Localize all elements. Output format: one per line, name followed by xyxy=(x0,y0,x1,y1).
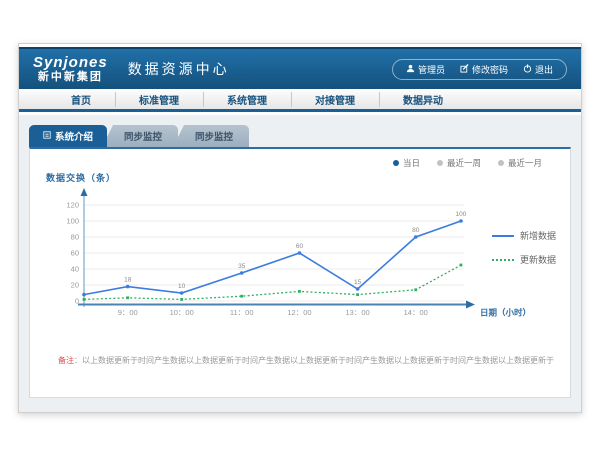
user-icon xyxy=(406,64,415,75)
chart-panel: 当日 最近一周 最近一月 数据交换（条） 0204060801001209：00… xyxy=(29,147,571,398)
svg-text:80: 80 xyxy=(71,233,79,242)
footnote-text: ：以上数据更新于时间产生数据以上数据更新于时间产生数据以上数据更新于时间产生数据… xyxy=(74,356,554,365)
filter-label: 最近一月 xyxy=(508,157,542,169)
edit-icon xyxy=(460,64,469,75)
svg-text:13：00: 13：00 xyxy=(346,308,370,317)
series-legend: 新增数据 更新数据 xyxy=(492,229,556,266)
svg-text:35: 35 xyxy=(238,263,246,270)
svg-text:14：00: 14：00 xyxy=(404,308,428,317)
filter-today[interactable]: 当日 xyxy=(393,157,420,169)
nav-item-standard-mgmt[interactable]: 标准管理 xyxy=(115,89,203,110)
tab-system-intro[interactable]: 系统介绍 xyxy=(29,125,107,147)
nav-item-data-change[interactable]: 数据异动 xyxy=(379,89,467,110)
tab-sync-monitor-1[interactable]: 同步监控 xyxy=(102,125,178,147)
svg-text:15: 15 xyxy=(354,279,362,286)
footnote: 备注：以上数据更新于时间产生数据以上数据更新于时间产生数据以上数据更新于时间产生… xyxy=(58,355,554,366)
svg-text:60: 60 xyxy=(71,249,79,258)
main-nav: 首页 标准管理 系统管理 对接管理 数据异动 xyxy=(19,89,581,112)
svg-text:日期（小时）: 日期（小时） xyxy=(480,308,531,318)
svg-text:100: 100 xyxy=(66,217,79,226)
app-window: Synjones 新中新集团 数据资源中心 管理员 修改密码 退出 xyxy=(18,43,582,413)
company-logo: Synjones 新中新集团 xyxy=(33,55,108,84)
line-chart: 0204060801001209：0010：0011：0012：0013：001… xyxy=(44,183,544,333)
power-icon xyxy=(523,64,532,75)
logout-button[interactable]: 退出 xyxy=(523,63,553,76)
nav-item-interface-mgmt[interactable]: 对接管理 xyxy=(291,89,379,110)
svg-text:18: 18 xyxy=(124,277,132,284)
tab-bar: 系统介绍 同步监控 同步监控 xyxy=(29,126,581,147)
svg-text:80: 80 xyxy=(412,227,420,234)
filter-last-week[interactable]: 最近一周 xyxy=(437,157,481,169)
nav-item-system-mgmt[interactable]: 系统管理 xyxy=(203,89,291,110)
change-password-label: 修改密码 xyxy=(472,63,508,76)
filter-label: 当日 xyxy=(403,157,420,169)
change-password-button[interactable]: 修改密码 xyxy=(460,63,508,76)
legend-item-new-data: 新增数据 xyxy=(492,229,556,242)
filter-label: 最近一周 xyxy=(447,157,481,169)
svg-text:10: 10 xyxy=(178,283,186,290)
document-icon xyxy=(43,131,51,142)
svg-text:12：00: 12：00 xyxy=(287,308,311,317)
nav-item-home[interactable]: 首页 xyxy=(47,89,115,110)
content-area: 系统介绍 同步监控 同步监控 当日 最近一周 xyxy=(19,115,581,412)
time-range-filters: 当日 最近一周 最近一月 xyxy=(393,157,542,169)
svg-text:60: 60 xyxy=(296,243,304,250)
svg-text:120: 120 xyxy=(66,201,79,210)
current-user[interactable]: 管理员 xyxy=(406,63,445,76)
logo-text-cn: 新中新集团 xyxy=(33,71,108,83)
legend-label: 更新数据 xyxy=(520,253,556,266)
legend-item-updated-data: 更新数据 xyxy=(492,253,556,266)
svg-text:11：00: 11：00 xyxy=(230,308,254,317)
radio-dot-icon xyxy=(498,160,504,166)
tab-sync-monitor-2[interactable]: 同步监控 xyxy=(173,125,249,147)
filter-last-month[interactable]: 最近一月 xyxy=(498,157,542,169)
svg-text:40: 40 xyxy=(71,265,79,274)
svg-text:9：00: 9：00 xyxy=(118,308,138,317)
dotted-line-swatch-icon xyxy=(492,259,514,261)
legend-label: 新增数据 xyxy=(520,229,556,242)
svg-text:20: 20 xyxy=(71,281,79,290)
svg-text:10：00: 10：00 xyxy=(170,308,194,317)
svg-text:100: 100 xyxy=(456,211,467,218)
tab-label: 同步监控 xyxy=(124,129,162,143)
solid-line-swatch-icon xyxy=(492,235,514,237)
logo-text-en: Synjones xyxy=(33,55,108,72)
tab-label: 同步监控 xyxy=(195,129,233,143)
user-toolbar: 管理员 修改密码 退出 xyxy=(392,59,567,80)
logout-label: 退出 xyxy=(535,63,553,76)
radio-dot-icon xyxy=(393,160,399,166)
footnote-label: 备注 xyxy=(58,356,74,365)
tab-label: 系统介绍 xyxy=(55,129,93,143)
app-header: Synjones 新中新集团 数据资源中心 管理员 修改密码 退出 xyxy=(19,47,581,89)
user-name-label: 管理员 xyxy=(418,63,445,76)
page-title: 数据资源中心 xyxy=(128,59,230,79)
radio-dot-icon xyxy=(437,160,443,166)
